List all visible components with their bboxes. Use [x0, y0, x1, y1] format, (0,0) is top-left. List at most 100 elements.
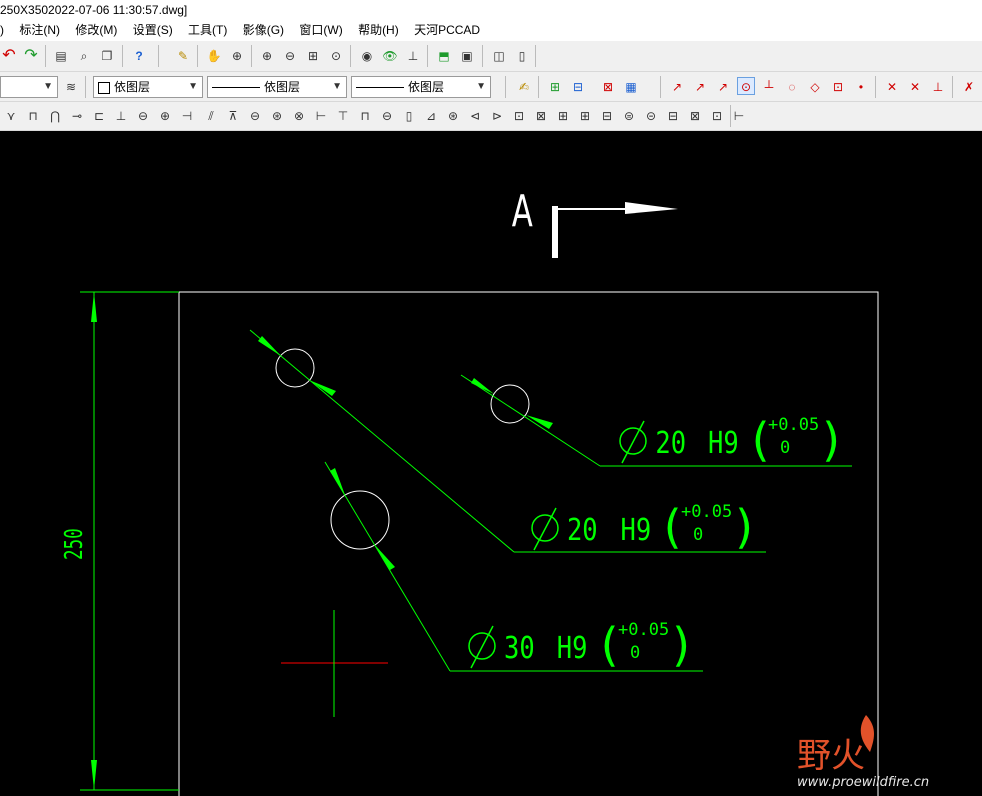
callout-upper-tolerance: +0.05: [618, 620, 669, 640]
symbol-tool-icon[interactable]: ⊛: [268, 107, 286, 125]
symbol-tool-icon[interactable]: ⊼: [224, 107, 242, 125]
snap-apparent-icon[interactable]: ✕: [883, 78, 901, 96]
zoom-window-icon[interactable]: ⊞: [304, 47, 322, 65]
symbol-tool-icon[interactable]: ⊸: [68, 107, 86, 125]
symbol-tool-icon[interactable]: ⋂: [46, 107, 64, 125]
callout-upper-tolerance: +0.05: [768, 415, 819, 435]
snap-perpendicular-icon[interactable]: ┴: [760, 78, 778, 96]
zoom-extents-icon[interactable]: ⊙: [327, 47, 345, 65]
symbol-tool-icon[interactable]: ⊠: [686, 107, 704, 125]
split-view-icon[interactable]: ◫: [490, 47, 508, 65]
help-icon[interactable]: ?: [130, 47, 148, 65]
toolbar-separator: [875, 76, 876, 98]
callout-paren-close: ): [668, 618, 696, 672]
symbol-tool-icon[interactable]: ⊕: [156, 107, 174, 125]
snap-center-icon[interactable]: ⊙: [737, 77, 755, 95]
leader-line-1: [249, 329, 515, 553]
title-bar: 250X3502022-07-06 11:30:57.dwg]: [0, 0, 982, 20]
redo-icon[interactable]: ↷: [22, 47, 40, 65]
layer-dropdown[interactable]: ▼: [0, 76, 58, 98]
symbol-tool-icon[interactable]: ⊢: [312, 107, 330, 125]
view-icon[interactable]: ◉: [358, 47, 376, 65]
zoom-out-icon[interactable]: ⊖: [281, 47, 299, 65]
menu-settings[interactable]: 设置(S): [133, 20, 173, 41]
symbol-tool-icon[interactable]: ⊛: [444, 107, 462, 125]
symbol-tool-icon[interactable]: ⊠: [532, 107, 550, 125]
menu-tools[interactable]: 工具(T): [188, 20, 227, 41]
eye-icon[interactable]: 👁: [381, 47, 399, 65]
symbol-tool-icon[interactable]: ⊓: [24, 107, 42, 125]
symbol-tool-icon[interactable]: ▯: [400, 107, 418, 125]
snap-intersection-icon[interactable]: ↗: [714, 78, 732, 96]
pen-icon[interactable]: ✎: [174, 47, 192, 65]
snap-midpoint-icon[interactable]: ↗: [691, 78, 709, 96]
snap-extension-icon[interactable]: ✕: [906, 78, 924, 96]
linetype-dropdown[interactable]: 依图层 ▼: [207, 76, 347, 98]
symbol-tool-icon[interactable]: ⊝: [642, 107, 660, 125]
list-icon[interactable]: ▤: [52, 47, 70, 65]
symbol-tool-icon[interactable]: ⊖: [378, 107, 396, 125]
page-icon[interactable]: ▯: [513, 47, 531, 65]
edit-properties-icon[interactable]: ✍: [515, 78, 533, 96]
symbol-tool-icon[interactable]: ⊢: [730, 107, 748, 125]
callout-diameter-value: 30: [504, 630, 535, 666]
symbol-tool-icon[interactable]: ⫽: [202, 107, 220, 125]
copy-icon[interactable]: ❐: [98, 47, 116, 65]
symbol-tool-icon[interactable]: ⊗: [290, 107, 308, 125]
symbol-tool-icon[interactable]: ⋎: [2, 107, 20, 125]
snap-tangent-icon[interactable]: ◌: [783, 78, 801, 96]
symbol-tool-icon[interactable]: ⊤: [334, 107, 352, 125]
axis-icon[interactable]: ⊥: [404, 47, 422, 65]
add-block-icon[interactable]: ⊞: [546, 78, 564, 96]
watermark-url: www.proewildfire.cn: [797, 775, 929, 790]
delete-block-icon[interactable]: ⊠: [599, 78, 617, 96]
symbol-tool-icon[interactable]: ⊜: [620, 107, 638, 125]
window-title: 250X3502022-07-06 11:30:57.dwg]: [0, 3, 188, 17]
symbol-tool-icon[interactable]: ⊥: [112, 107, 130, 125]
snap-insert-icon[interactable]: ⊡: [829, 78, 847, 96]
zoom-in-icon[interactable]: ⊕: [258, 47, 276, 65]
symbol-tool-icon[interactable]: ⊓: [356, 107, 374, 125]
insert-block-icon[interactable]: ⊟: [569, 78, 587, 96]
symbol-tool-icon[interactable]: ⊞: [554, 107, 572, 125]
table-icon[interactable]: ▦: [622, 78, 640, 96]
symbol-tool-icon[interactable]: ⊏: [90, 107, 108, 125]
snap-none-icon[interactable]: ✗: [960, 78, 978, 96]
symbol-tool-icon[interactable]: ⊲: [466, 107, 484, 125]
undo-icon[interactable]: ↶: [0, 47, 18, 65]
symbol-tool-icon[interactable]: ⊖: [246, 107, 264, 125]
lineweight-sample: [356, 87, 404, 89]
menu-window[interactable]: 窗口(W): [299, 20, 342, 41]
menu-item-partial[interactable]: ): [0, 20, 4, 41]
symbol-tool-icon[interactable]: ⊖: [134, 107, 152, 125]
snap-node-icon[interactable]: •: [852, 78, 870, 96]
lineweight-dropdown[interactable]: 依图层 ▼: [351, 76, 491, 98]
symbol-tool-icon[interactable]: ⊡: [708, 107, 726, 125]
symbol-tool-icon[interactable]: ⊳: [488, 107, 506, 125]
snap-endpoint-icon[interactable]: ↗: [668, 78, 686, 96]
render-icon[interactable]: ▣: [458, 47, 476, 65]
symbol-tool-icon[interactable]: ⊟: [598, 107, 616, 125]
menu-modify[interactable]: 修改(M): [75, 20, 117, 41]
layers-icon[interactable]: ≋: [62, 78, 80, 96]
menu-image[interactable]: 影像(G): [243, 20, 284, 41]
color-dropdown[interactable]: 依图层 ▼: [93, 76, 203, 98]
symbol-tool-icon[interactable]: ⊡: [510, 107, 528, 125]
pan-icon[interactable]: ✋: [205, 47, 223, 65]
toolbar-separator: [952, 76, 953, 98]
symbol-tool-icon[interactable]: ⊣: [178, 107, 196, 125]
menu-dimension[interactable]: 标注(N): [19, 20, 60, 41]
toolbar-separator: [660, 76, 661, 98]
symbol-tool-icon[interactable]: ⊞: [576, 107, 594, 125]
toolbar-separator: [427, 45, 428, 67]
symbol-tool-icon[interactable]: ⊿: [422, 107, 440, 125]
snap-nearest-icon[interactable]: ⊥: [929, 78, 947, 96]
snap-quadrant-icon[interactable]: ◇: [806, 78, 824, 96]
menu-help[interactable]: 帮助(H): [358, 20, 399, 41]
box-icon[interactable]: ⬒: [435, 47, 453, 65]
zoom-realtime-icon[interactable]: ⊕: [228, 47, 246, 65]
symbol-tool-icon[interactable]: ⊟: [664, 107, 682, 125]
drawing-canvas[interactable]: A 250 20 H9 (+0.05 0) 20 H9 (+0.05 0 …: [0, 131, 982, 796]
find-icon[interactable]: ⌕: [75, 47, 93, 65]
menu-pccad[interactable]: 天河PCCAD: [414, 20, 480, 41]
